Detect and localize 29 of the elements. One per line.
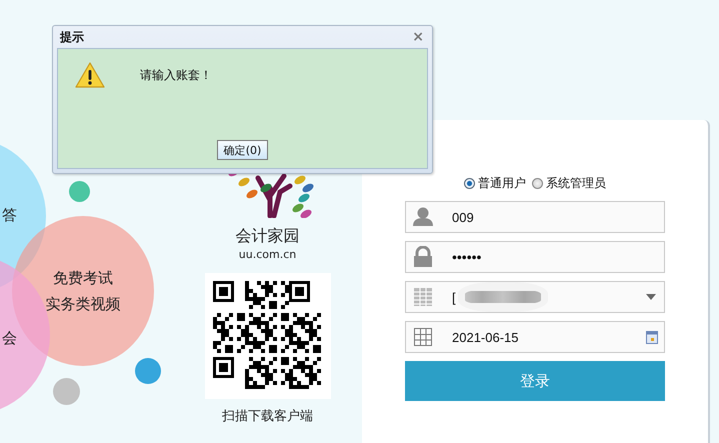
- dot: [69, 181, 90, 202]
- qr-caption: 扫描下载客户端: [222, 408, 313, 425]
- password-field[interactable]: ••••••: [405, 241, 665, 273]
- caret-icon: [646, 294, 656, 300]
- calendar-icon: [646, 330, 658, 344]
- bubble-text: 答: [2, 205, 17, 226]
- brand-url: uu.com.cn: [238, 248, 296, 261]
- dialog-title: 提示: [60, 28, 84, 46]
- dot: [53, 378, 80, 405]
- lock-icon: [412, 246, 434, 268]
- bubble-text: 免费考试: [52, 268, 114, 289]
- warning-icon: [75, 62, 105, 88]
- radio-label[interactable]: 普通用户: [478, 175, 526, 192]
- radio-button[interactable]: [532, 178, 543, 189]
- brand-name: 会计家园: [236, 226, 300, 247]
- bubble-text: 会: [2, 328, 17, 349]
- radio-label[interactable]: 系统管理员: [546, 175, 606, 192]
- user-icon: [412, 206, 434, 228]
- dialog-message: 请输入账套！: [140, 66, 212, 84]
- grid-icon: [412, 326, 434, 348]
- table-icon: [412, 286, 434, 308]
- account-dropdown[interactable]: [: [405, 281, 665, 313]
- dot: [135, 358, 161, 384]
- close-button[interactable]: ×: [412, 29, 424, 45]
- ok-button[interactable]: 确定(0): [216, 140, 268, 160]
- date-field[interactable]: 2021-06-15: [405, 321, 665, 353]
- bubble-text: 实务类视频: [46, 294, 120, 315]
- radio-button[interactable]: [464, 178, 475, 189]
- username-field[interactable]: 009: [405, 201, 665, 233]
